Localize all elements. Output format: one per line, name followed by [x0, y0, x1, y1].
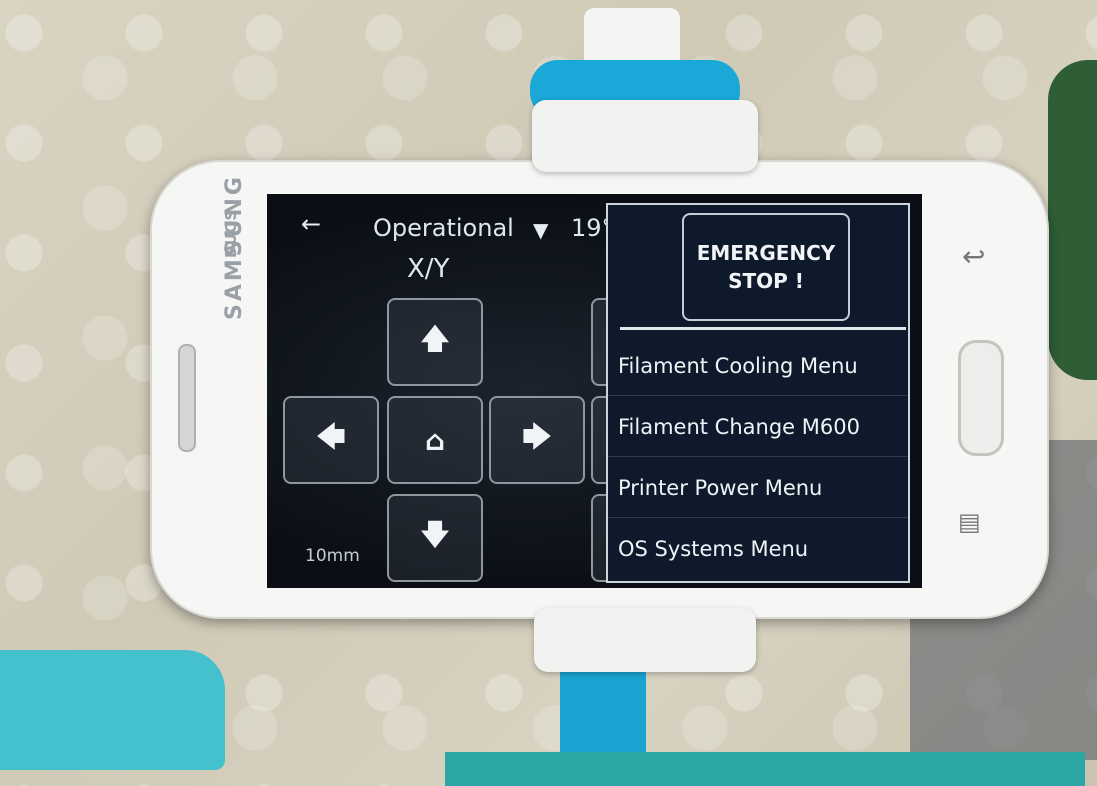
menu-key-icon[interactable]: ▤ — [958, 508, 981, 536]
back-arrow-icon[interactable]: ← — [301, 210, 321, 238]
menu-item-filament-change[interactable]: Filament Change M600 — [608, 397, 908, 457]
phone-home-button[interactable] — [958, 340, 1004, 456]
dropdown-menu: EMERGENCY STOP ! Filament Cooling Menu F… — [606, 203, 910, 583]
emergency-stop-button[interactable]: EMERGENCY STOP ! — [682, 213, 850, 321]
arrow-left-icon: 🡄 — [316, 420, 346, 453]
temperature-icon: ▼ — [533, 218, 549, 242]
home-icon: ⌂ — [424, 423, 446, 457]
menu-item-filament-cooling[interactable]: Filament Cooling Menu — [608, 336, 908, 396]
step-size-label[interactable]: 10mm — [305, 546, 360, 566]
menu-divider — [620, 327, 906, 330]
jog-right-button[interactable]: 🡆 — [489, 396, 585, 484]
phone-brand-label: SAMSUNG — [222, 174, 247, 320]
menu-item-os-systems[interactable]: OS Systems Menu — [608, 519, 908, 579]
arrow-down-icon: 🡇 — [420, 518, 450, 551]
phone-screen: ← Operational ▼ 19° X/Y 🡅 🡄 ⌂ 🡆 🡇 10mm E… — [267, 194, 922, 588]
jog-down-button[interactable]: 🡇 — [387, 494, 483, 582]
printer-status: Operational — [373, 214, 514, 242]
mount-clip-bottom — [534, 608, 756, 672]
jog-axis-title: X/Y — [407, 254, 450, 284]
jog-left-button[interactable]: 🡄 — [283, 396, 379, 484]
phone-speaker — [178, 344, 196, 452]
menu-item-printer-power[interactable]: Printer Power Menu — [608, 458, 908, 518]
printed-part — [0, 650, 225, 770]
arrow-right-icon: 🡆 — [522, 420, 552, 453]
back-key-icon[interactable]: ↩ — [962, 240, 985, 273]
printed-base — [445, 752, 1085, 786]
arrow-up-icon: 🡅 — [420, 322, 450, 355]
jog-home-button[interactable]: ⌂ — [387, 396, 483, 484]
mount-clip-top — [532, 100, 758, 172]
background-object — [1048, 60, 1097, 380]
jog-up-button[interactable]: 🡅 — [387, 298, 483, 386]
